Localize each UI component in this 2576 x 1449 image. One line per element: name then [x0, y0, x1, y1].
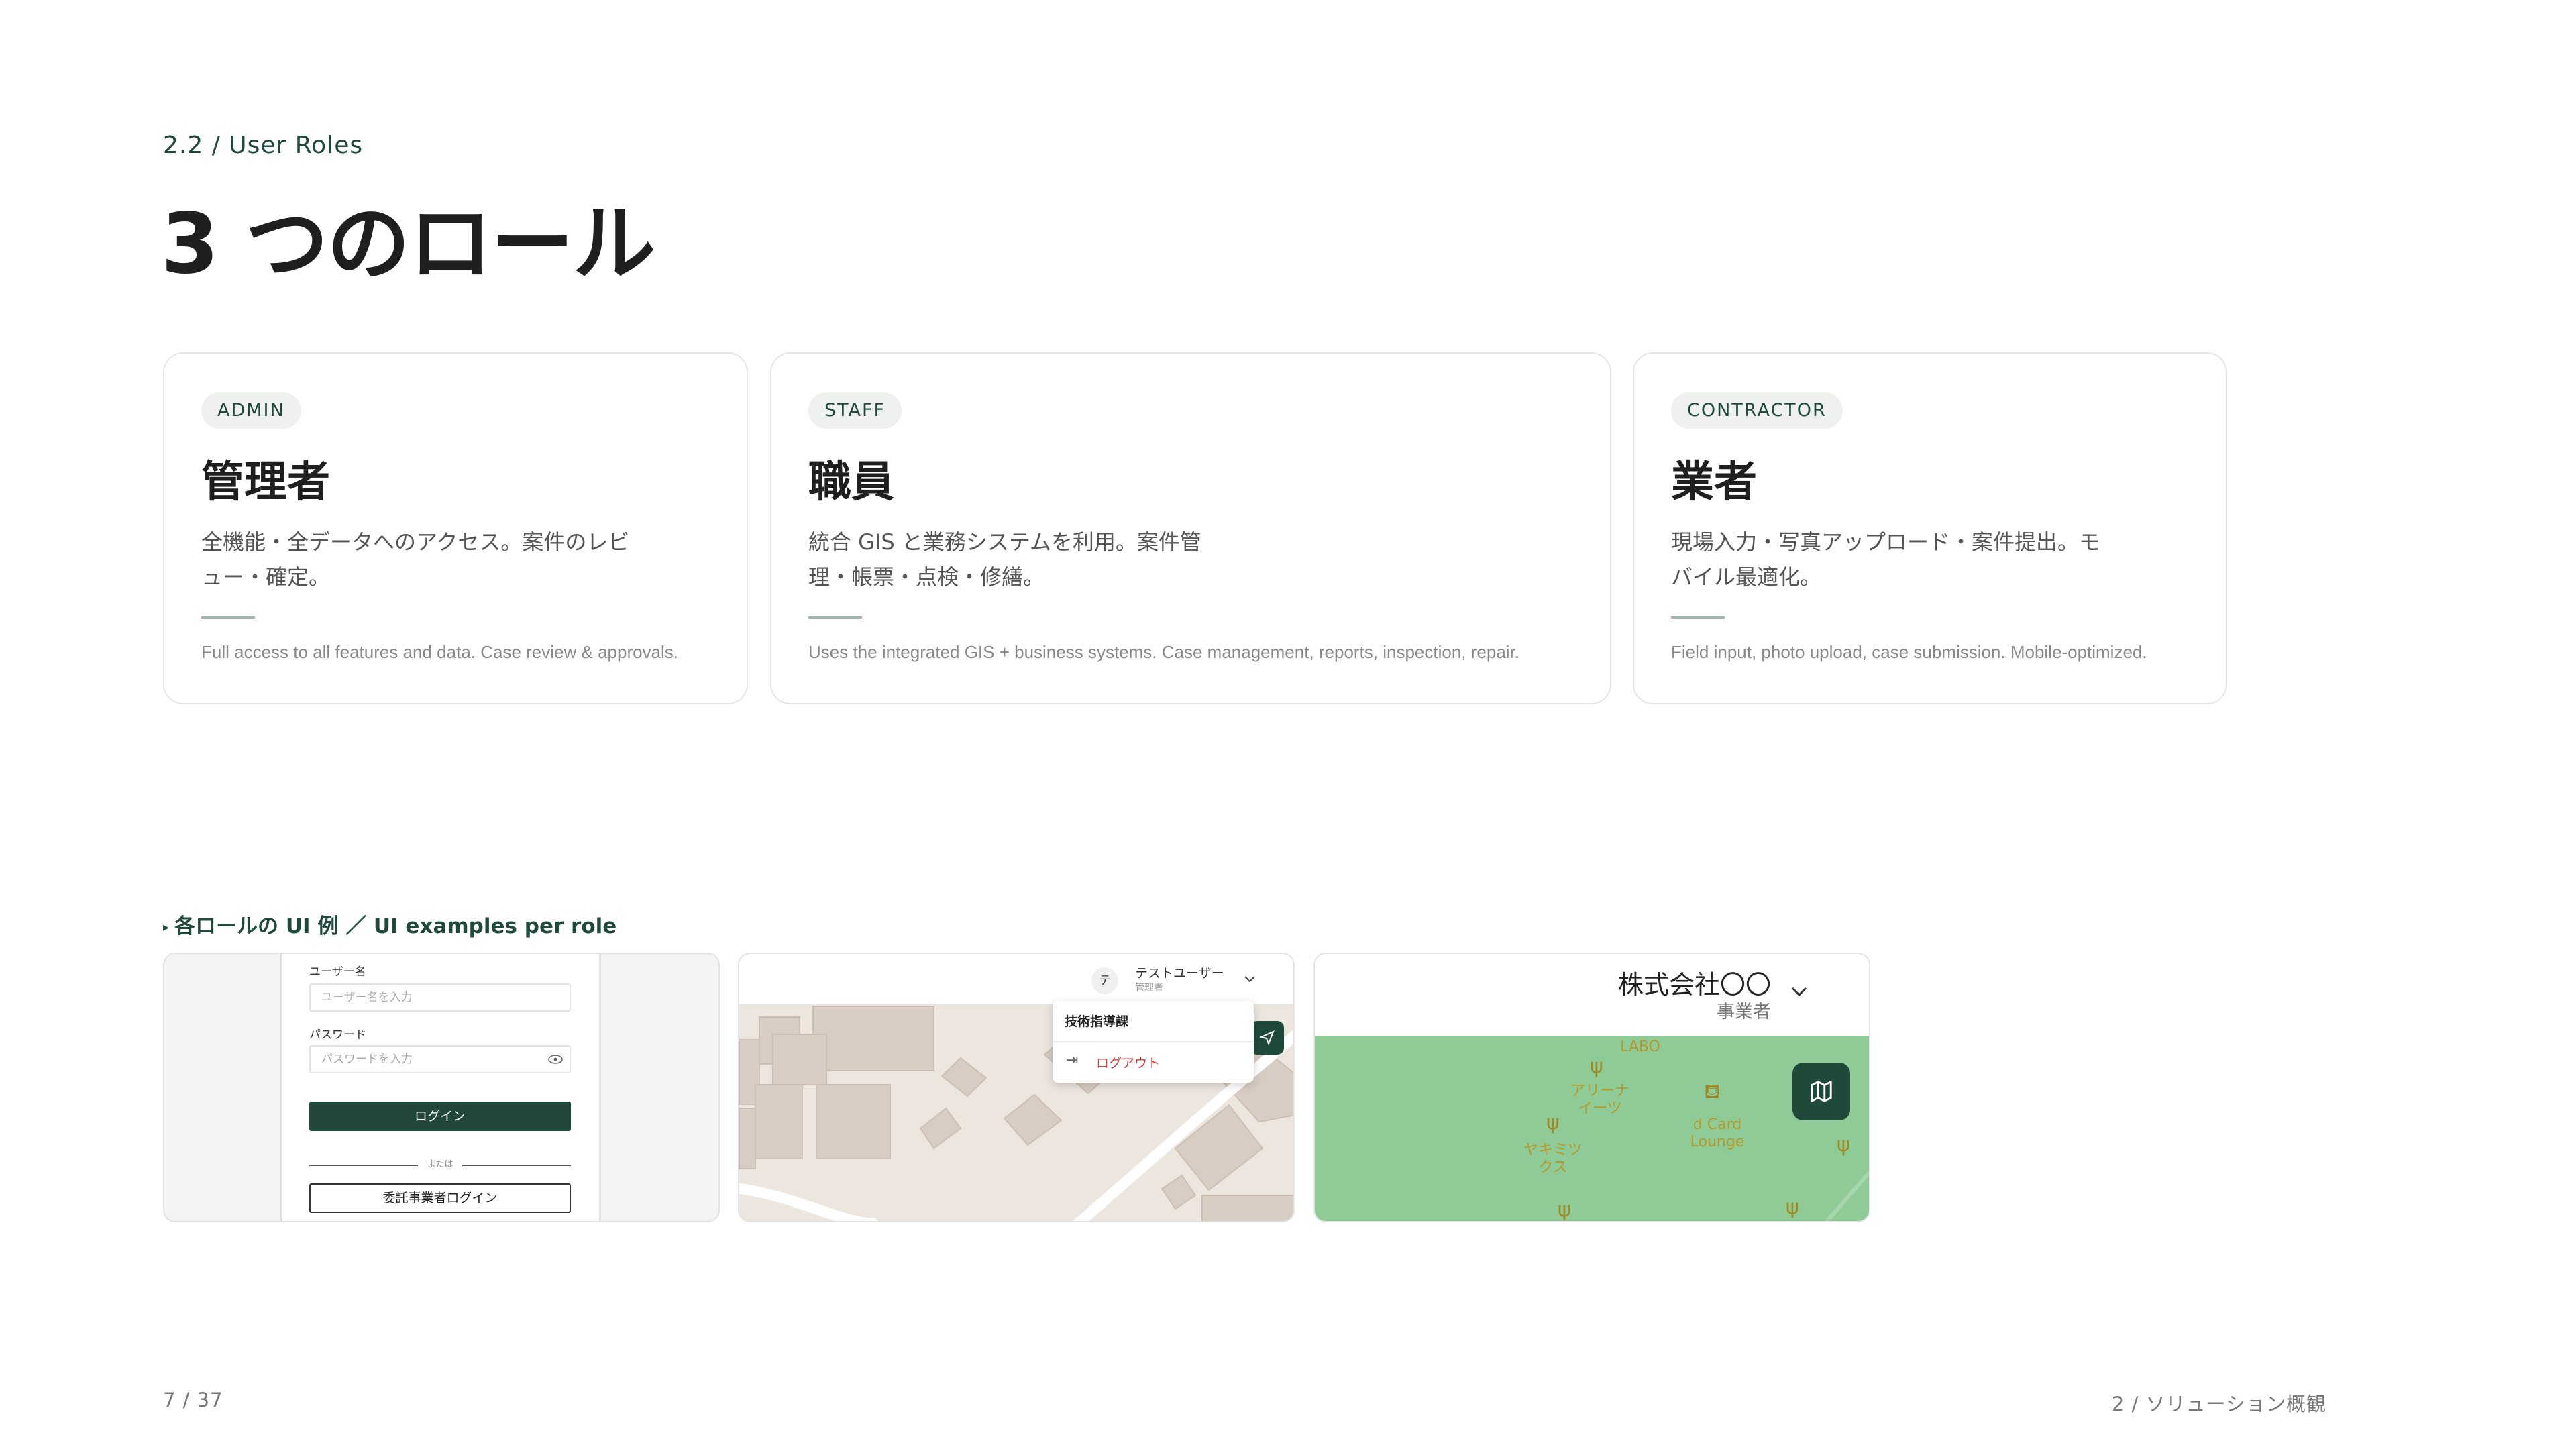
section-eyebrow: 2.2 / User Roles	[163, 131, 364, 159]
role-description: 統合 GIS と業務システムを利用。案件管理・帳票・点検・修繕。	[808, 529, 1201, 590]
role-card-admin: ADMIN 管理者 全機能・全データへのアクセス。案件のレビュー・確定。 Ful…	[163, 352, 748, 704]
section-footer: 2 / ソリューション概観	[2111, 1393, 2326, 1415]
or-divider: または	[309, 1157, 571, 1173]
poi-label[interactable]: ヤキミツ クス	[1519, 1142, 1587, 1177]
staff-map-screenshot: テ テストユーザー 管理者 技術指導課 ⇥ ログアウト	[738, 953, 1295, 1222]
restaurant-icon[interactable]: ψ	[1786, 1195, 1799, 1219]
poi-label[interactable]: アリーナ イーツ	[1566, 1083, 1633, 1118]
app-header: 株式会社〇〇 事業者	[1315, 954, 1869, 1037]
chevron-down-icon[interactable]	[1244, 975, 1256, 983]
examples-section-label: ▸ 各ロールの UI 例 ／ UI examples per role	[163, 909, 616, 939]
login-screenshot: ユーザー名 ユーザー名を入力 パスワード パスワードを入力 ログイン または 委…	[163, 953, 720, 1222]
company-name[interactable]: 株式会社〇〇	[1618, 964, 1771, 1001]
role-description-en: Field input, photo upload, case submissi…	[1671, 642, 2147, 662]
bullet-icon: ▸	[163, 920, 170, 934]
role-description: 全機能・全データへのアクセス。案件のレビュー・確定。	[201, 529, 630, 590]
role-badge: STAFF	[808, 392, 902, 429]
password-input[interactable]: パスワードを入力	[309, 1045, 571, 1073]
restaurant-icon[interactable]: ψ	[1558, 1198, 1571, 1221]
role-card-staff: STAFF 職員 統合 GIS と業務システムを利用。案件管理・帳票・点検・修繕…	[770, 352, 1611, 704]
page-number: 7 / 37	[163, 1389, 223, 1411]
role-badge: ADMIN	[201, 392, 301, 429]
username-label: ユーザー名	[309, 965, 366, 979]
divider	[808, 616, 862, 619]
send-button[interactable]	[1250, 1021, 1284, 1055]
user-dropdown-menu: 技術指導課 ⇥ ログアウト	[1053, 1001, 1254, 1083]
username-input[interactable]: ユーザー名を入力	[309, 983, 571, 1012]
poi-label[interactable]: LABO	[1620, 1038, 1660, 1056]
logout-icon: ⇥	[1066, 1052, 1079, 1069]
menu-item-logout[interactable]: ログアウト	[1096, 1053, 1160, 1071]
divider	[201, 616, 255, 619]
role-card-contractor: CONTRACTOR 業者 現場入力・写真アップロード・案件提出。モバイル最適化…	[1633, 352, 2227, 704]
app-header: テ テストユーザー 管理者	[739, 954, 1293, 1005]
password-placeholder: パスワードを入力	[321, 1053, 413, 1066]
role-name: 業者	[1671, 458, 1757, 507]
role-badge: CONTRACTOR	[1671, 392, 1843, 429]
role-name: 管理者	[201, 458, 330, 507]
poi-label[interactable]: d Card Lounge	[1677, 1116, 1758, 1151]
password-label: パスワード	[309, 1028, 366, 1042]
avatar[interactable]: テ	[1091, 967, 1118, 994]
page-title: 3 つのロール	[161, 196, 655, 292]
menu-divider	[1053, 1041, 1254, 1042]
eye-icon[interactable]	[548, 1055, 563, 1064]
divider	[1671, 616, 1725, 619]
user-role: 管理者	[1135, 983, 1163, 994]
contractor-screenshot: 株式会社〇〇 事業者 ψ LABO アリーナ イーツ ⛾ d Card Loun…	[1313, 953, 1870, 1222]
map-toggle-button[interactable]	[1792, 1063, 1850, 1120]
company-role: 事業者	[1717, 1002, 1771, 1022]
divider-line	[462, 1165, 571, 1166]
examples-label-text: 各ロールの UI 例 ／ UI examples per role	[174, 914, 617, 938]
login-button[interactable]: ログイン	[309, 1102, 571, 1131]
send-icon	[1259, 1030, 1275, 1046]
chevron-down-icon[interactable]	[1790, 986, 1808, 997]
map-canvas[interactable]: ψ LABO アリーナ イーツ ⛾ d Card Lounge ψ ヤキミツ ク…	[1315, 1036, 1869, 1221]
role-description-en: Uses the integrated GIS + business syste…	[808, 642, 1520, 662]
user-name[interactable]: テストユーザー	[1135, 963, 1224, 981]
cafe-icon[interactable]: ⛾	[1704, 1080, 1721, 1106]
role-description: 現場入力・写真アップロード・案件提出。モバイル最適化。	[1671, 529, 2101, 590]
menu-item-department[interactable]: 技術指導課	[1065, 1012, 1128, 1030]
role-name: 職員	[808, 458, 894, 507]
restaurant-icon[interactable]: ψ	[1837, 1133, 1850, 1157]
role-description-en: Full access to all features and data. Ca…	[201, 642, 679, 662]
restaurant-icon[interactable]: ψ	[1590, 1055, 1603, 1078]
contractor-login-button[interactable]: 委託事業者ログイン	[309, 1183, 571, 1213]
map-icon	[1811, 1081, 1832, 1102]
login-panel: ユーザー名 ユーザー名を入力 パスワード パスワードを入力 ログイン または 委…	[280, 954, 601, 1221]
restaurant-icon[interactable]: ψ	[1546, 1111, 1560, 1134]
